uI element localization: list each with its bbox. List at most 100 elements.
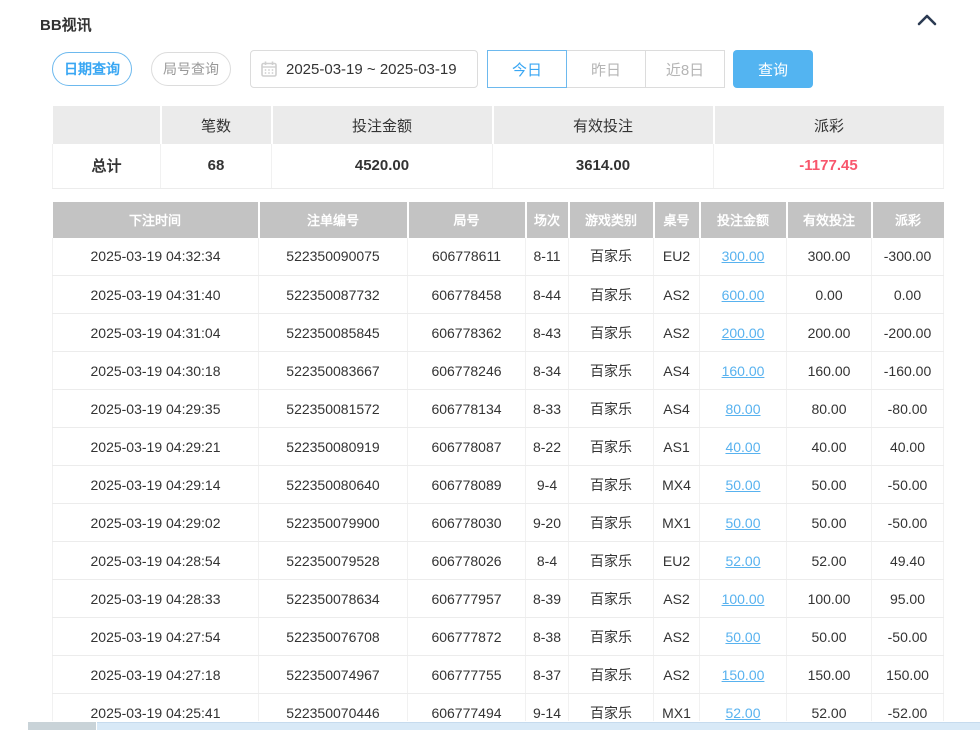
bet-no-cell: 522350081572	[259, 390, 408, 428]
table-no-cell: AS4	[654, 390, 700, 428]
valid-bet-cell: 50.00	[787, 466, 872, 504]
game-type-cell: 百家乐	[569, 428, 654, 466]
bet-records-table: 下注时间注单编号局号场次游戏类别桌号投注金额有效投注派彩 2025-03-19 …	[52, 202, 944, 730]
summary-column-header: 派彩	[714, 106, 944, 144]
summary-value: 4520.00	[272, 144, 493, 188]
valid-bet-cell: 300.00	[787, 238, 872, 276]
summary-value: 68	[161, 144, 272, 188]
column-header: 派彩	[872, 202, 944, 238]
session-cell: 8-11	[526, 238, 569, 276]
game-type-cell: 百家乐	[569, 276, 654, 314]
query-toolbar: 日期查询 局号查询 2025-03-19 ~ 2025-03-19 今日 昨日 …	[52, 50, 943, 88]
bet-amount-cell: 50.00	[700, 466, 787, 504]
game-type-cell: 百家乐	[569, 238, 654, 276]
session-cell: 8-39	[526, 580, 569, 618]
table-row: 2025-03-19 04:27:54522350076708606777872…	[53, 618, 944, 656]
scrollbar-thumb[interactable]	[28, 722, 96, 730]
session-cell: 9-4	[526, 466, 569, 504]
summary-total-row: 总计684520.003614.00-1177.45	[53, 144, 944, 188]
scrollbar-track[interactable]	[97, 722, 980, 730]
table-row: 2025-03-19 04:31:40522350087732606778458…	[53, 276, 944, 314]
column-header: 游戏类别	[569, 202, 654, 238]
bet-no-cell: 522350074967	[259, 656, 408, 694]
bet-time-cell: 2025-03-19 04:29:35	[53, 390, 259, 428]
bet-amount-cell: 50.00	[700, 504, 787, 542]
round-query-tab[interactable]: 局号查询	[151, 52, 231, 86]
round-no-cell: 606778087	[408, 428, 526, 466]
game-type-cell: 百家乐	[569, 656, 654, 694]
payout-cell: -50.00	[872, 466, 944, 504]
bet-time-cell: 2025-03-19 04:31:40	[53, 276, 259, 314]
valid-bet-cell: 52.00	[787, 542, 872, 580]
valid-bet-cell: 80.00	[787, 390, 872, 428]
session-cell: 8-4	[526, 542, 569, 580]
quick-range-last8days[interactable]: 近8日	[645, 50, 725, 88]
panel-header: BB视讯	[40, 12, 943, 50]
bet-time-cell: 2025-03-19 04:31:04	[53, 314, 259, 352]
payout-cell: -160.00	[872, 352, 944, 390]
bet-no-cell: 522350080640	[259, 466, 408, 504]
bet-time-cell: 2025-03-19 04:30:18	[53, 352, 259, 390]
summary-value: -1177.45	[714, 144, 944, 188]
quick-range-today[interactable]: 今日	[487, 50, 567, 88]
date-query-tab[interactable]: 日期查询	[52, 52, 132, 86]
date-range-input[interactable]: 2025-03-19 ~ 2025-03-19	[250, 50, 478, 88]
bet-amount-link[interactable]: 200.00	[722, 325, 765, 341]
collapse-panel-button[interactable]	[911, 12, 943, 31]
game-type-cell: 百家乐	[569, 504, 654, 542]
bet-amount-cell: 160.00	[700, 352, 787, 390]
bet-amount-cell: 80.00	[700, 390, 787, 428]
bet-no-cell: 522350078634	[259, 580, 408, 618]
table-no-cell: AS4	[654, 352, 700, 390]
round-no-cell: 606778362	[408, 314, 526, 352]
round-no-cell: 606778026	[408, 542, 526, 580]
date-range-value: 2025-03-19 ~ 2025-03-19	[286, 61, 457, 78]
bet-amount-link[interactable]: 100.00	[722, 591, 765, 607]
bet-time-cell: 2025-03-19 04:29:14	[53, 466, 259, 504]
table-row: 2025-03-19 04:29:14522350080640606778089…	[53, 466, 944, 504]
quick-range-yesterday[interactable]: 昨日	[566, 50, 646, 88]
bet-amount-link[interactable]: 160.00	[722, 363, 765, 379]
bet-amount-link[interactable]: 52.00	[725, 705, 760, 721]
bet-no-cell: 522350083667	[259, 352, 408, 390]
table-row: 2025-03-19 04:27:18522350074967606777755…	[53, 656, 944, 694]
detail-table-body: 2025-03-19 04:32:34522350090075606778611…	[53, 238, 944, 730]
summary-value: 3614.00	[493, 144, 714, 188]
payout-cell: -300.00	[872, 238, 944, 276]
summary-column-header	[53, 106, 161, 144]
table-row: 2025-03-19 04:29:35522350081572606778134…	[53, 390, 944, 428]
summary-table: 笔数投注金额有效投注派彩 总计684520.003614.00-1177.45	[52, 106, 944, 189]
bet-amount-link[interactable]: 80.00	[725, 401, 760, 417]
bet-time-cell: 2025-03-19 04:29:21	[53, 428, 259, 466]
bet-time-cell: 2025-03-19 04:28:33	[53, 580, 259, 618]
round-no-cell: 606778030	[408, 504, 526, 542]
valid-bet-cell: 150.00	[787, 656, 872, 694]
summary-column-header: 笔数	[161, 106, 272, 144]
bet-amount-link[interactable]: 300.00	[722, 248, 765, 264]
column-header: 投注金额	[700, 202, 787, 238]
quick-range-group: 今日 昨日 近8日	[487, 50, 725, 88]
session-cell: 8-44	[526, 276, 569, 314]
bet-amount-link[interactable]: 50.00	[725, 515, 760, 531]
bet-amount-cell: 100.00	[700, 580, 787, 618]
bet-amount-cell: 150.00	[700, 656, 787, 694]
column-header: 有效投注	[787, 202, 872, 238]
bet-amount-link[interactable]: 50.00	[725, 629, 760, 645]
payout-cell: 0.00	[872, 276, 944, 314]
bet-amount-link[interactable]: 40.00	[725, 439, 760, 455]
calendar-icon	[261, 61, 277, 77]
search-button[interactable]: 查询	[733, 50, 813, 88]
bet-amount-link[interactable]: 600.00	[722, 287, 765, 303]
bet-amount-link[interactable]: 150.00	[722, 667, 765, 683]
bet-amount-cell: 200.00	[700, 314, 787, 352]
valid-bet-cell: 100.00	[787, 580, 872, 618]
bet-amount-link[interactable]: 50.00	[725, 477, 760, 493]
bet-amount-cell: 300.00	[700, 238, 787, 276]
bet-amount-link[interactable]: 52.00	[725, 553, 760, 569]
table-row: 2025-03-19 04:28:54522350079528606778026…	[53, 542, 944, 580]
table-no-cell: AS2	[654, 580, 700, 618]
round-no-cell: 606778134	[408, 390, 526, 428]
bet-time-cell: 2025-03-19 04:28:54	[53, 542, 259, 580]
valid-bet-cell: 200.00	[787, 314, 872, 352]
table-row: 2025-03-19 04:30:18522350083667606778246…	[53, 352, 944, 390]
